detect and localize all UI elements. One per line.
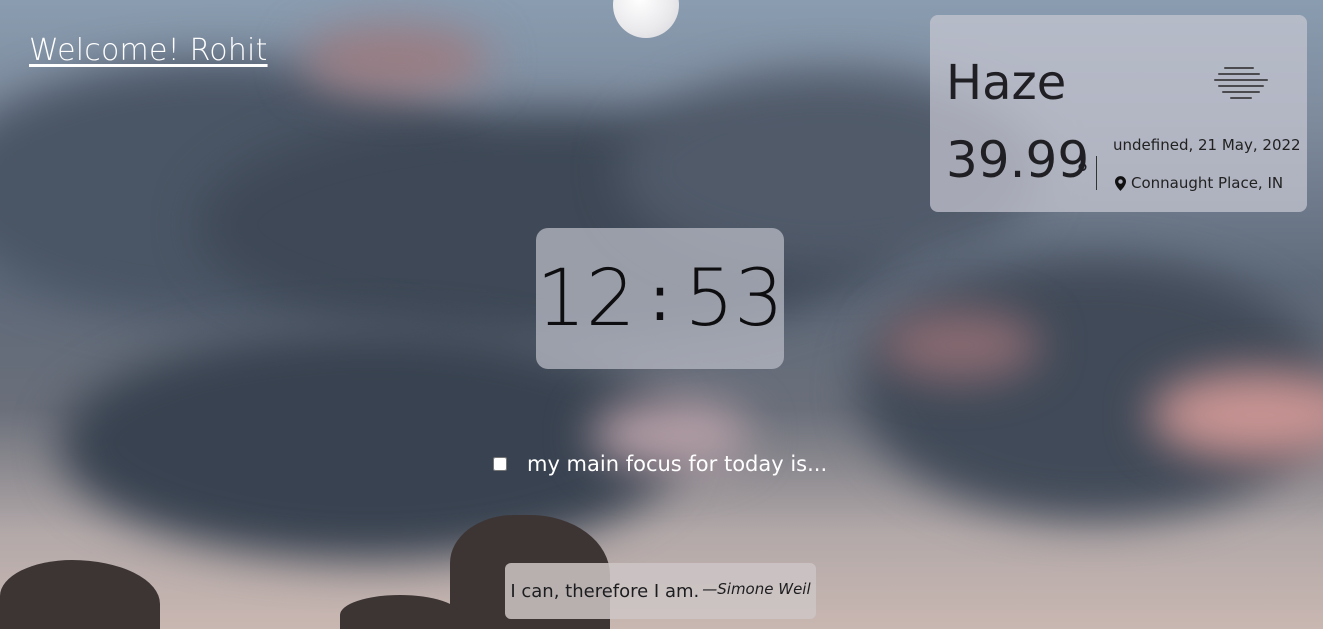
- weather-date: undefined, 21 May, 2022: [1113, 136, 1301, 154]
- welcome-link[interactable]: Welcome! Rohit: [29, 33, 268, 68]
- haze-icon: [1214, 67, 1268, 99]
- quote-card: I can, therefore I am. —Simone Weil: [505, 563, 816, 619]
- rock: [340, 595, 460, 629]
- map-pin-icon: [1115, 175, 1126, 191]
- clock-card: 12 : 53: [536, 228, 784, 369]
- quote-author: —Simone Weil: [702, 580, 811, 598]
- cloud: [300, 25, 490, 95]
- focus-checkbox[interactable]: [493, 457, 507, 471]
- background-scene: Welcome! Rohit Haze 39.99 ° undefined, 2…: [0, 0, 1323, 629]
- clock-hours: 12: [536, 253, 636, 344]
- quote-text: I can, therefore I am.: [510, 580, 700, 602]
- weather-card: Haze 39.99 ° undefined, 21 May, 2022 Con…: [930, 15, 1307, 212]
- rock: [0, 560, 160, 629]
- divider: [1096, 156, 1097, 190]
- temperature: 39.99: [946, 131, 1090, 189]
- degree-symbol: °: [1076, 159, 1089, 189]
- focus-row: my main focus for today is...: [493, 452, 827, 476]
- clock-separator: :: [649, 261, 671, 335]
- focus-label: my main focus for today is...: [527, 452, 828, 476]
- weather-condition: Haze: [946, 55, 1067, 111]
- location-label: Connaught Place, IN: [1131, 174, 1284, 192]
- moon: [613, 0, 679, 38]
- clock-minutes: 53: [684, 253, 784, 344]
- cloud: [880, 310, 1040, 380]
- weather-location: Connaught Place, IN: [1115, 174, 1283, 192]
